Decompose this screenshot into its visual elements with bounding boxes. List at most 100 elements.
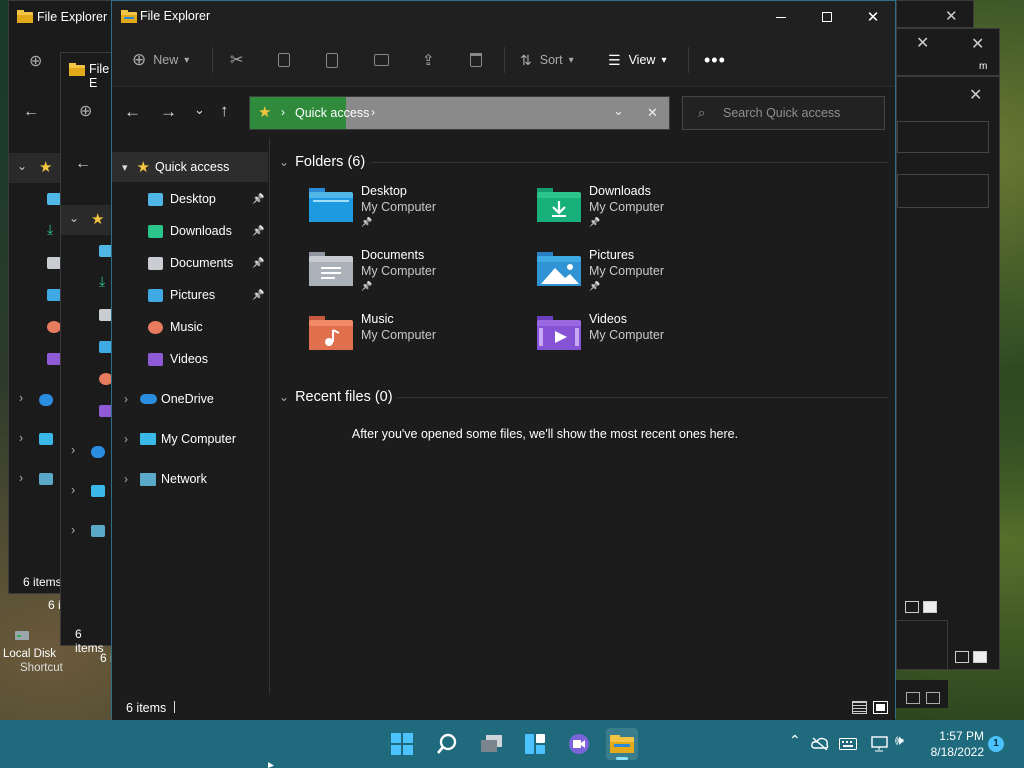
see-more-button[interactable]: ••• (704, 45, 726, 75)
new-button[interactable]: ⊕ New ▾ (132, 45, 189, 75)
copy-button[interactable] (278, 45, 290, 75)
chevron-right-icon[interactable]: › (19, 391, 23, 405)
chevron-down-icon[interactable]: ⌄ (17, 159, 27, 173)
title-bar[interactable]: File Explorer ✕ (112, 1, 895, 33)
nav-onedrive[interactable]: › OneDrive (112, 384, 268, 414)
background-window-right-5[interactable] (896, 601, 948, 670)
show-hidden-icons-icon[interactable]: ⌃ (789, 732, 801, 749)
paste-button[interactable] (326, 45, 338, 75)
address-clear-icon[interactable]: ✕ (647, 105, 658, 121)
chevron-right-icon[interactable]: › (71, 523, 75, 537)
folder-tile-pictures[interactable]: Pictures My Computer 📌 (537, 248, 757, 304)
maximize-button[interactable] (804, 1, 850, 33)
cut-button[interactable]: ✂ (230, 45, 243, 75)
chevron-right-icon[interactable]: › (71, 483, 75, 497)
rename-button[interactable] (374, 45, 389, 75)
address-dropdown-icon[interactable]: ⌄ (613, 103, 624, 119)
search-placeholder: Search Quick access (723, 106, 841, 120)
search-taskbar-button[interactable] (431, 728, 463, 760)
details-view-icon[interactable] (852, 701, 867, 714)
nav-item-videos[interactable]: Videos (112, 344, 268, 374)
nav-item-label: Downloads (170, 224, 232, 238)
videos-folder-icon (537, 316, 581, 350)
nav-network[interactable]: › Network (112, 464, 268, 494)
nav-item-music[interactable]: Music (112, 312, 268, 342)
nav-quick-access[interactable]: ▾ ★ Quick access (112, 152, 268, 182)
file-explorer-window[interactable]: File Explorer ✕ ⊕ New ▾ ✂ ⇪ ⇅ Sort ▾ ☰ V… (111, 0, 896, 720)
details-view-icon[interactable] (905, 601, 919, 613)
file-explorer-taskbar-button[interactable] (606, 728, 638, 760)
breadcrumb-quick-access[interactable]: Quick access (295, 106, 369, 120)
file-explorer-icon (121, 10, 137, 23)
address-bar[interactable]: ★ › Quick access › ⌄ ✕ (249, 96, 670, 130)
tiles-view-icon[interactable] (923, 601, 937, 613)
background-window-right-2[interactable]: ✕ (896, 28, 976, 78)
network-status-icon[interactable] (871, 736, 889, 752)
up-arrow-icon[interactable]: ↑ (220, 101, 229, 121)
tiles-view-icon[interactable] (973, 651, 987, 663)
chevron-right-icon[interactable]: › (71, 443, 75, 457)
close-button[interactable]: ✕ (850, 1, 896, 33)
folder-tile-downloads[interactable]: Downloads My Computer 📌 (537, 184, 757, 240)
clock[interactable]: 1:57 PM 8/18/2022 (922, 728, 984, 760)
keyboard-icon[interactable] (839, 738, 857, 750)
search-box[interactable]: ⌕ Search Quick access (682, 96, 885, 130)
close-icon[interactable]: ✕ (945, 7, 958, 25)
chevron-right-icon[interactable]: › (19, 431, 23, 445)
widgets-button[interactable] (519, 728, 551, 760)
start-button[interactable] (386, 728, 418, 760)
tiles-view-icon[interactable] (873, 701, 888, 714)
folder-tile-desktop[interactable]: Desktop My Computer 📌 (309, 184, 529, 240)
folder-tile-videos[interactable]: Videos My Computer (537, 312, 757, 368)
drive-icon (15, 631, 29, 640)
downloads-folder-icon (537, 188, 581, 222)
star-icon: ★ (39, 159, 53, 176)
recent-locations-chevron-icon[interactable]: ⌄ (194, 102, 205, 118)
sort-button[interactable]: ⇅ Sort ▾ (520, 45, 574, 75)
pictures-icon (148, 288, 163, 302)
folder-tile-documents[interactable]: Documents My Computer 📌 (309, 248, 529, 304)
background-window-right-1[interactable]: ✕ (896, 0, 974, 28)
chevron-down-icon[interactable]: ⌄ (69, 211, 79, 225)
tiles-view-icon[interactable] (926, 692, 940, 704)
forward-arrow-icon[interactable]: → (160, 102, 177, 122)
nav-item-downloads[interactable]: Downloads 📌 (112, 216, 268, 246)
new-icon[interactable]: ⊕ (29, 51, 42, 71)
recent-files-section-header[interactable]: ⌄ Recent files (0) (279, 387, 889, 407)
notification-badge[interactable]: 1 (988, 736, 1004, 752)
folder-tile-music[interactable]: Music My Computer (309, 312, 529, 368)
onedrive-icon (140, 394, 157, 404)
documents-folder-icon (309, 252, 353, 286)
clock-date: 8/18/2022 (930, 745, 984, 759)
back-arrow-icon[interactable]: ← (23, 103, 39, 121)
delete-button[interactable] (470, 45, 482, 75)
back-arrow-icon[interactable]: ← (124, 102, 141, 122)
volume-icon[interactable]: 🕪 (895, 732, 904, 749)
view-button[interactable]: ☰ View ▾ (608, 45, 666, 75)
nav-item-label: Pictures (170, 288, 216, 302)
details-view-icon[interactable] (955, 651, 969, 663)
nav-my-computer[interactable]: › My Computer (112, 424, 268, 454)
close-icon[interactable]: ✕ (916, 33, 929, 53)
background-window-left-2[interactable]: File E ⊕ ← ⌄ ★ ⤓ › › › 6 items (60, 52, 113, 655)
pin-icon[interactable]: 📌 (252, 290, 264, 301)
details-view-icon[interactable] (906, 692, 920, 704)
share-button[interactable]: ⇪ (422, 45, 435, 75)
new-icon[interactable]: ⊕ (79, 101, 92, 121)
back-arrow-icon[interactable]: ← (75, 155, 91, 173)
close-icon[interactable]: ✕ (969, 85, 982, 105)
breadcrumb-chevron-icon[interactable]: › (371, 105, 375, 119)
pin-icon[interactable]: 📌 (252, 194, 264, 205)
nav-item-documents[interactable]: Documents 📌 (112, 248, 268, 278)
minimize-button[interactable] (758, 1, 804, 33)
chat-button[interactable] (563, 728, 595, 760)
nav-item-desktop[interactable]: Desktop 📌 (112, 184, 268, 214)
pin-icon[interactable]: 📌 (252, 258, 264, 269)
nav-item-pictures[interactable]: Pictures 📌 (112, 280, 268, 310)
background-window-right-4[interactable]: ✕ (896, 76, 1000, 670)
onedrive-offline-icon[interactable] (811, 736, 829, 750)
pin-icon[interactable]: 📌 (252, 226, 264, 237)
folders-section-header[interactable]: ⌄ Folders (6) (279, 152, 889, 172)
task-view-button[interactable] (476, 728, 508, 760)
chevron-right-icon[interactable]: › (19, 471, 23, 485)
